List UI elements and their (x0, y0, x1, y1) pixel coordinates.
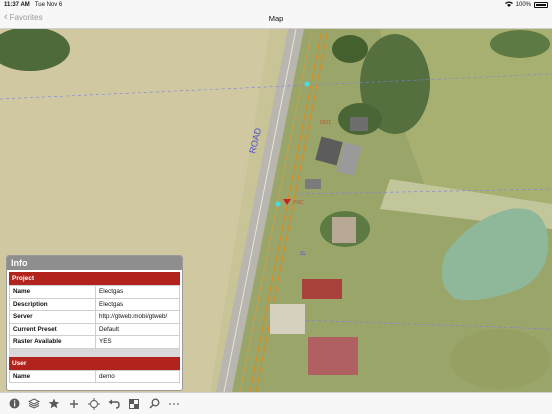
table-row: Raster Available YES (9, 335, 180, 349)
info-panel: Info Project Name Electgas Description E… (6, 255, 183, 391)
info-title: Info (7, 256, 182, 270)
grid-icon[interactable] (126, 396, 142, 412)
table-row: Name Electgas (9, 285, 180, 299)
page-title: Map (268, 14, 284, 23)
info-icon[interactable] (6, 396, 22, 412)
search-icon[interactable] (146, 396, 162, 412)
row-value: YES (95, 335, 180, 349)
row-value: Electgas (95, 285, 180, 299)
more-icon[interactable] (166, 396, 182, 412)
row-value: Electgas (95, 297, 180, 311)
section-divider (9, 348, 180, 357)
table-row: Server http://gtweb.mobi/gtweb/ (9, 310, 180, 324)
row-key: Name (9, 285, 96, 299)
bottom-toolbar (0, 392, 552, 414)
row-value: Default (95, 322, 180, 336)
row-key: Description (9, 297, 96, 311)
layers-icon[interactable] (26, 396, 42, 412)
row-key: Raster Available (9, 335, 96, 349)
user-section-header: User (9, 356, 180, 370)
status-time: 11:37 AM (4, 1, 30, 8)
row-value: demo (95, 369, 180, 383)
chevron-left-icon: ‹ (4, 11, 8, 23)
table-row: Name demo (9, 369, 180, 383)
table-row: Current Preset Default (9, 322, 180, 336)
status-bar: 11:37 AM Tue Nov 6 100% (0, 0, 552, 9)
map-annotation-1: 5521 (320, 120, 331, 126)
wifi-icon (504, 1, 513, 9)
row-key: Server (9, 310, 96, 324)
back-button[interactable]: ‹ Favorites (4, 11, 43, 23)
table-row: Description Electgas (9, 297, 180, 311)
undo-icon[interactable] (106, 396, 122, 412)
project-table: Name Electgas Description Electgas Serve… (9, 285, 180, 349)
navigation-bar: ‹ Favorites Map (0, 9, 552, 29)
map-annotation-3: SL (300, 251, 306, 257)
row-key: Name (9, 369, 96, 383)
map-annotation-2: PNC (293, 200, 304, 206)
project-section-header: Project (9, 272, 180, 285)
back-label: Favorites (9, 12, 43, 22)
battery-percent: 100% (515, 1, 531, 8)
user-table: Name demo (9, 369, 180, 384)
plus-icon[interactable] (66, 396, 82, 412)
star-icon[interactable] (46, 396, 62, 412)
status-date: Tue Nov 6 (34, 1, 63, 8)
row-value: http://gtweb.mobi/gtweb/ (95, 310, 180, 324)
battery-icon (534, 1, 548, 8)
locate-icon[interactable] (86, 396, 102, 412)
row-key: Current Preset (9, 322, 96, 336)
